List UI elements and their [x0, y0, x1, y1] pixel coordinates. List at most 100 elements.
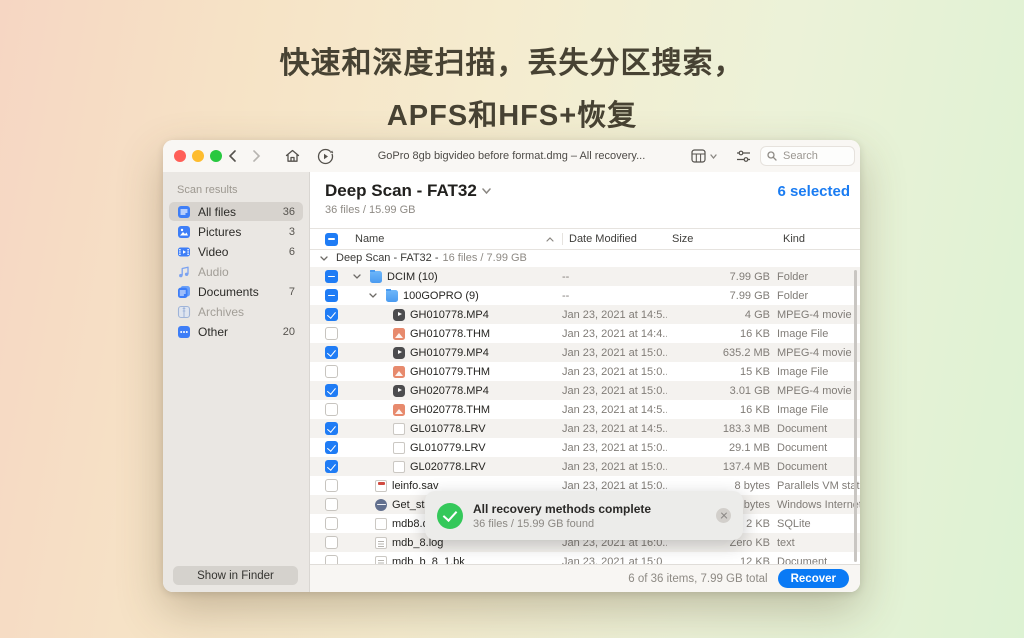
expander-chevron-icon[interactable]: [369, 293, 381, 298]
row-checkbox[interactable]: [325, 441, 338, 454]
file-kind: SQLite: [777, 517, 811, 530]
home-icon[interactable]: [283, 147, 301, 165]
table-row[interactable]: GH010778.THM Jan 23, 2021 at 14:4... 16 …: [310, 324, 860, 343]
column-header-name[interactable]: Name: [355, 233, 384, 245]
file-kind: Image File: [777, 403, 829, 416]
minimize-window-button[interactable]: [192, 150, 204, 162]
zoom-window-button[interactable]: [210, 150, 222, 162]
file-name: GH020778.THM: [410, 403, 491, 416]
column-header-kind[interactable]: Kind: [770, 233, 860, 245]
all-files-icon: [177, 205, 191, 219]
document-file-icon: [393, 422, 405, 435]
search-input[interactable]: [781, 149, 848, 163]
file-name: GH020778.MP4: [410, 384, 489, 397]
window-title: GoPro 8gb bigvideo before format.dmg – A…: [377, 150, 646, 162]
table-row[interactable]: GH020778.THM Jan 23, 2021 at 14:5... 16 …: [310, 400, 860, 419]
sidebar-item-archives[interactable]: Archives: [169, 302, 303, 321]
sidebar-item-video[interactable]: Video 6: [169, 242, 303, 261]
row-checkbox[interactable]: [325, 498, 338, 511]
sidebar-item-all-files[interactable]: All files 36: [169, 202, 303, 221]
sidebar-item-label: All files: [198, 204, 237, 219]
row-checkbox[interactable]: [325, 536, 338, 549]
folder-icon: [386, 289, 398, 302]
forward-chevron-icon[interactable]: [247, 147, 265, 165]
file-size: 29.1 MB: [729, 441, 770, 454]
scan-title-dropdown[interactable]: Deep Scan - FAT32: [325, 181, 491, 201]
show-in-finder-button[interactable]: Show in Finder: [173, 566, 298, 585]
file-date: Jan 23, 2021 at 14:4...: [562, 327, 667, 340]
table-row[interactable]: GH010778.MP4 Jan 23, 2021 at 14:5... 4 G…: [310, 305, 860, 324]
row-checkbox[interactable]: [325, 327, 338, 340]
file-name: GL020778.LRV: [410, 460, 486, 473]
table-row[interactable]: GH020778.MP4 Jan 23, 2021 at 15:0... 3.0…: [310, 381, 860, 400]
table-row[interactable]: GH010779.MP4 Jan 23, 2021 at 15:0... 635…: [310, 343, 860, 362]
close-window-button[interactable]: [174, 150, 186, 162]
table-row[interactable]: GL010778.LRV Jan 23, 2021 at 14:5... 183…: [310, 419, 860, 438]
main-panel: Deep Scan - FAT32 36 files / 15.99 GB 6 …: [310, 172, 860, 592]
sidebar-item-label: Other: [198, 324, 229, 339]
file-name: DCIM (10): [387, 270, 438, 283]
row-checkbox[interactable]: [325, 365, 338, 378]
table-row[interactable]: GL010779.LRV Jan 23, 2021 at 15:0... 29.…: [310, 438, 860, 457]
table-row[interactable]: DCIM (10) -- 7.99 GB Folder: [310, 267, 860, 286]
row-checkbox[interactable]: [325, 308, 338, 321]
scan-title: Deep Scan - FAT32: [325, 181, 477, 200]
file-kind: Folder: [777, 289, 809, 302]
file-name: GL010779.LRV: [410, 441, 486, 454]
row-checkbox[interactable]: [325, 517, 338, 530]
file-size: 183.3 MB: [722, 422, 770, 435]
select-all-checkbox[interactable]: [325, 232, 338, 246]
file-date: --: [562, 289, 570, 302]
document-file-icon: [393, 441, 405, 454]
scan-group-row[interactable]: Deep Scan - FAT32 - 16 files / 7.99 GB: [310, 249, 860, 267]
column-header-size[interactable]: Size: [667, 233, 770, 245]
table-row[interactable]: 100GOPRO (9) -- 7.99 GB Folder: [310, 286, 860, 305]
chevron-down-icon: [482, 188, 491, 194]
sidebar-item-audio[interactable]: Audio: [169, 262, 303, 281]
row-checkbox[interactable]: [325, 460, 338, 473]
row-checkbox[interactable]: [325, 289, 338, 302]
file-name: GH010779.THM: [410, 365, 491, 378]
row-checkbox[interactable]: [325, 403, 338, 416]
row-checkbox[interactable]: [325, 270, 338, 283]
document-file-icon: [393, 460, 405, 473]
sidebar-item-pictures[interactable]: Pictures 3: [169, 222, 303, 241]
sidebar-item-count: 36: [282, 205, 295, 218]
row-checkbox[interactable]: [325, 422, 338, 435]
table-row[interactable]: GH010779.THM Jan 23, 2021 at 15:0... 15 …: [310, 362, 860, 381]
search-field[interactable]: [760, 146, 855, 166]
sidebar-item-documents[interactable]: Documents 7: [169, 282, 303, 301]
rescan-icon[interactable]: [316, 147, 334, 165]
file-date: Jan 23, 2021 at 15:0...: [562, 365, 667, 378]
file-kind: Windows Internet s: [777, 498, 860, 511]
expander-chevron-icon[interactable]: [320, 255, 332, 261]
sidebar-item-count: 3: [288, 225, 295, 238]
folder-icon: [370, 270, 382, 283]
file-kind: text: [777, 536, 795, 549]
sidebar-item-label: Documents: [198, 284, 259, 299]
sidebar-item-other[interactable]: Other 20: [169, 322, 303, 341]
file-kind: Image File: [777, 365, 829, 378]
table-row[interactable]: GL020778.LRV Jan 23, 2021 at 15:0... 137…: [310, 457, 860, 476]
sidebar-item-count: 7: [288, 285, 295, 298]
row-checkbox[interactable]: [325, 346, 338, 359]
file-name: 100GOPRO (9): [403, 289, 479, 302]
vertical-scrollbar[interactable]: [854, 270, 857, 562]
column-header-date[interactable]: Date Modified: [562, 233, 667, 245]
toast-close-icon[interactable]: [716, 508, 731, 523]
expander-chevron-icon[interactable]: [353, 274, 365, 279]
table-header: Name Date Modified Size Kind: [310, 228, 860, 250]
row-checkbox[interactable]: [325, 384, 338, 397]
back-chevron-icon[interactable]: [223, 147, 241, 165]
archives-icon: [177, 305, 191, 319]
titlebar: GoPro 8gb bigvideo before format.dmg – A…: [163, 140, 860, 173]
row-checkbox[interactable]: [325, 479, 338, 492]
recover-button[interactable]: Recover: [777, 569, 849, 588]
file-size: 137.4 MB: [722, 460, 770, 473]
file-date: Jan 23, 2021 at 15:0...: [562, 384, 667, 397]
scan-subtitle: 36 files / 15.99 GB: [325, 204, 416, 216]
view-dropdown-chevron-icon[interactable]: [704, 147, 722, 165]
image-file-icon: [393, 365, 405, 378]
filter-sliders-icon[interactable]: [734, 147, 752, 165]
recovery-complete-toast: All recovery methods complete 36 files /…: [425, 491, 743, 540]
